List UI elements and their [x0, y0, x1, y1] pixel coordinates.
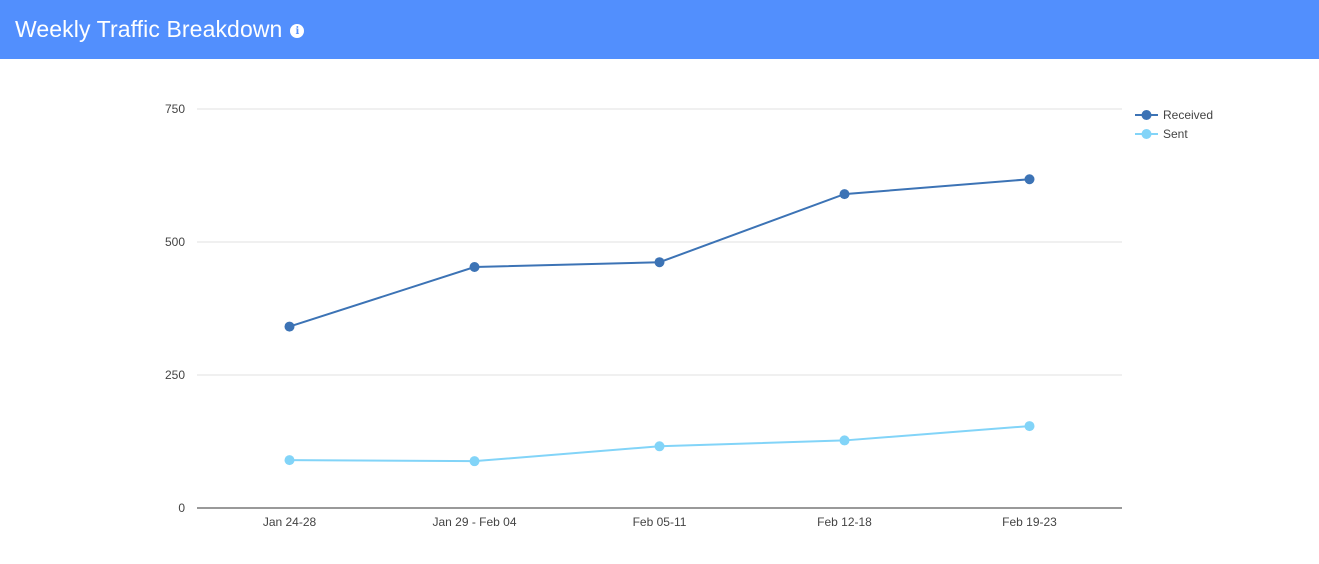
legend-label-received: Received: [1163, 108, 1213, 122]
data-point-received: [839, 189, 850, 200]
legend-label-sent: Sent: [1163, 127, 1188, 141]
data-point-received: [654, 257, 665, 268]
line-chart: 0 250 500 750 Jan 24-28 Jan 29 - Feb 04 Feb 05…: [165, 102, 1213, 529]
x-tick-label: Jan 24-28: [263, 515, 317, 529]
y-tick-label: 750: [165, 102, 185, 116]
x-tick-label: Jan 29 - Feb 04: [432, 515, 516, 529]
y-tick-label: 250: [165, 368, 185, 382]
page-title: Weekly Traffic Breakdown: [15, 16, 283, 42]
y-tick-label: 0: [178, 501, 185, 515]
y-tick-label: 500: [165, 235, 185, 249]
x-tick-label: Feb 05-11: [633, 515, 687, 529]
header-bar: Weekly Traffic Breakdown i: [0, 0, 1319, 59]
info-icon[interactable]: i: [290, 24, 305, 38]
data-point-received: [284, 321, 295, 332]
data-point-sent: [284, 455, 295, 466]
data-point-sent: [839, 435, 850, 446]
data-point-sent: [1024, 421, 1035, 432]
data-point-sent: [654, 441, 665, 452]
x-tick-label: Feb 19-23: [1002, 515, 1057, 529]
data-point-received: [1024, 174, 1035, 185]
data-point-sent: [469, 456, 480, 467]
chart-container: 0 250 500 750 Jan 24-28 Jan 29 - Feb 04 Feb 05…: [0, 59, 1319, 559]
data-point-received: [469, 262, 480, 273]
legend-marker-sent: [1141, 129, 1152, 139]
legend-marker-received: [1141, 110, 1152, 120]
series-line-received: [289, 178, 1030, 328]
x-tick-label: Feb 12-18: [817, 515, 872, 529]
